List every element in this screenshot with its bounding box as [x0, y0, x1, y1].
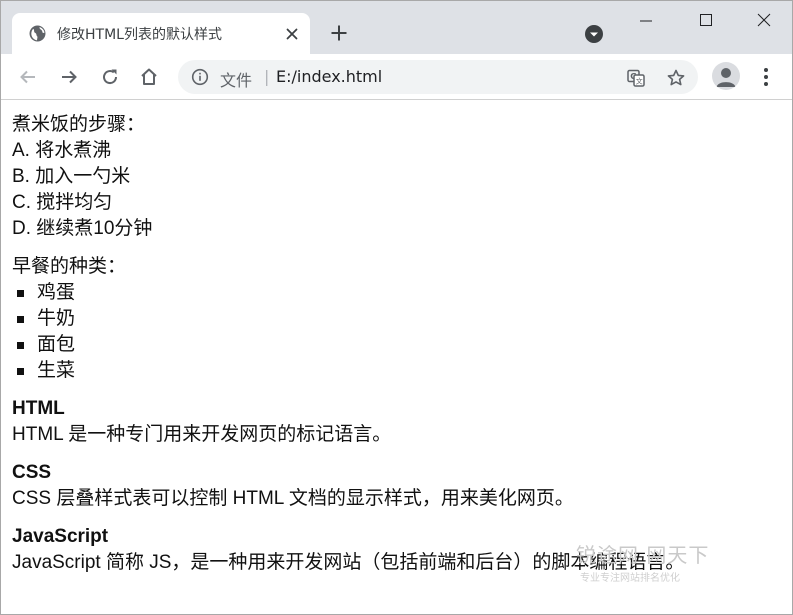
star-icon[interactable] — [666, 68, 686, 88]
square-bullet-icon — [17, 290, 24, 297]
page-content: 煮米饭的步骤： A. 将水煮沸 B. 加入一勺米 C. 搅拌均匀 D. 继续煮1… — [1, 101, 792, 614]
svg-text:文: 文 — [636, 77, 643, 86]
list-item: A. 将水煮沸 — [12, 140, 112, 161]
translate-icon[interactable]: G 文 — [626, 68, 646, 88]
list-item: B. 加入一勺米 — [12, 166, 131, 187]
kebab-menu-icon[interactable] — [755, 65, 777, 89]
address-scheme-label: 文件 — [220, 71, 253, 90]
maximize-icon[interactable] — [691, 7, 721, 31]
list-item: 牛奶 — [12, 306, 784, 332]
address-url[interactable]: E:/index.html — [276, 67, 382, 86]
back-arrow-icon[interactable] — [16, 65, 40, 89]
info-icon[interactable] — [191, 68, 209, 86]
toolbar: 文件 | E:/index.html G 文 — [1, 54, 792, 100]
globe-icon — [29, 25, 46, 42]
tab-active[interactable]: 修改HTML列表的默认样式 — [12, 13, 310, 54]
definition-term: HTML — [12, 398, 65, 419]
definition-list: HTML HTML 是一种专门用来开发网页的标记语言。 CSS CSS 层叠样式… — [12, 396, 784, 576]
address-separator: | — [264, 67, 270, 86]
tab-title: 修改HTML列表的默认样式 — [57, 27, 222, 43]
window-close-icon[interactable] — [749, 7, 779, 31]
list-item-label: 生菜 — [37, 360, 76, 381]
list-item: C. 搅拌均匀 — [12, 192, 113, 213]
square-bullet-icon — [17, 316, 24, 323]
list-item: 生菜 — [12, 358, 784, 384]
definition-term: JavaScript — [12, 526, 109, 547]
forward-arrow-icon[interactable] — [57, 65, 81, 89]
square-bullet-icon — [17, 342, 24, 349]
tab-strip: 修改HTML列表的默认样式 — [1, 1, 792, 54]
list-item-label: 牛奶 — [37, 308, 76, 329]
list-item: D. 继续煮10分钟 — [12, 218, 153, 239]
list-item-label: 面包 — [37, 334, 76, 355]
list-item: 鸡蛋 — [12, 280, 784, 306]
list-item-label: 鸡蛋 — [37, 282, 76, 303]
close-icon[interactable] — [284, 26, 300, 42]
browser-window: 修改HTML列表的默认样式 文件 | E:/index.html 文 煮米饭的步… — [0, 0, 793, 615]
definition-description: HTML 是一种专门用来开发网页的标记语言。 — [12, 424, 392, 445]
definition-description: JavaScript 简称 JS，是一种用来开发网站（包括前端和后台）的脚本编程… — [12, 552, 685, 573]
home-icon[interactable] — [137, 65, 161, 89]
minimize-icon[interactable] — [631, 11, 661, 31]
reload-icon[interactable] — [98, 65, 122, 89]
unordered-list-title: 早餐的种类： — [12, 256, 127, 277]
avatar-icon[interactable] — [712, 62, 740, 90]
ordered-list-title: 煮米饭的步骤： — [12, 114, 146, 135]
definition-description: CSS 层叠样式表可以控制 HTML 文档的显示样式，用来美化网页。 — [12, 488, 574, 509]
unordered-list: 鸡蛋 牛奶 面包 生菜 — [12, 280, 784, 384]
plus-icon[interactable] — [328, 22, 350, 44]
address-bar[interactable]: 文件 | E:/index.html G 文 — [178, 60, 698, 94]
square-bullet-icon — [17, 368, 24, 375]
tab-search-icon[interactable] — [583, 23, 605, 45]
list-item: 面包 — [12, 332, 784, 358]
ordered-list: A. 将水煮沸 B. 加入一勺米 C. 搅拌均匀 D. 继续煮10分钟 — [12, 138, 784, 242]
definition-term: CSS — [12, 462, 52, 483]
